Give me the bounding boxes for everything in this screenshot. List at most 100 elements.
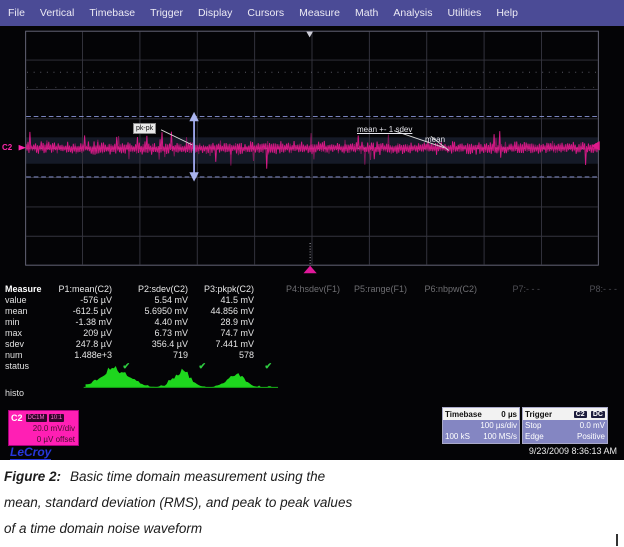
- cell-p2-min: 4.40 mV: [112, 317, 188, 328]
- row-label-max: max: [5, 328, 50, 339]
- cell-p3-mean: 44.856 mV: [188, 306, 254, 317]
- cell-p5-sdev: [340, 339, 407, 350]
- trigger-coupling-chip: DC: [591, 411, 605, 418]
- cell-p4-sdev: [254, 339, 340, 350]
- param-header-p8[interactable]: P8:- - -: [540, 284, 617, 295]
- scope-display[interactable]: pk-pk mean +- 1 sdev mean C2 MeasureP1:m…: [0, 26, 624, 460]
- cell-p8-max: [540, 328, 617, 339]
- status-check-p6: [425, 361, 495, 372]
- cell-p1-min: -1.38 mV: [50, 317, 112, 328]
- status-check-p5: [358, 361, 425, 372]
- pkpk-annotation-label: pk-pk: [133, 123, 156, 134]
- cell-p2-max: 6.73 mV: [112, 328, 188, 339]
- timebase-tdiv: 100 µs/div: [480, 420, 517, 431]
- trigger-mode: Stop: [525, 420, 541, 431]
- caption-line-3: of a time domain noise waveform: [4, 516, 624, 542]
- timebase-panel[interactable]: Timebase 0 µs 100 µs/div 100 kS 100 MS/s: [442, 407, 520, 444]
- figure-caption: Figure 2:Basic time domain measurement u…: [0, 460, 624, 547]
- status-check-p2: ✔: [130, 361, 206, 372]
- cell-p3-sdev: 7.441 mV: [188, 339, 254, 350]
- cell-p3-min: 28.9 mV: [188, 317, 254, 328]
- cell-p4-value: [254, 295, 340, 306]
- waveform-grid[interactable]: [0, 26, 624, 460]
- cell-p8-sdev: [540, 339, 617, 350]
- cell-p6-mean: [407, 306, 477, 317]
- row-label-value: value: [5, 295, 50, 306]
- menu-item-analysis[interactable]: Analysis: [393, 7, 432, 19]
- cell-p3-num: 578: [188, 350, 254, 361]
- cell-p4-num: [254, 350, 340, 361]
- channel-descriptor-c2[interactable]: C2 DC1M 10:1 20.0 mV/div 0 µV offset: [8, 410, 79, 446]
- menu-bar: File Vertical Timebase Trigger Display Cursor…: [0, 0, 624, 26]
- cell-p7-max: [477, 328, 540, 339]
- cell-p5-value: [340, 295, 407, 306]
- row-label-num: num: [5, 350, 50, 361]
- trace-label-c2[interactable]: C2: [2, 143, 12, 152]
- cell-p7-num: [477, 350, 540, 361]
- menu-item-timebase[interactable]: Timebase: [89, 7, 135, 19]
- param-header-p1[interactable]: P1:mean(C2): [50, 284, 112, 295]
- cell-p3-max: 74.7 mV: [188, 328, 254, 339]
- channel-name: C2: [11, 413, 23, 423]
- channel-vdiv: 20.0 mV/div: [11, 423, 75, 434]
- param-header-p2[interactable]: P2:sdev(C2): [112, 284, 188, 295]
- cell-p2-mean: 5.6950 mV: [112, 306, 188, 317]
- cell-p1-num: 1.488e+3: [50, 350, 112, 361]
- menu-item-utilities[interactable]: Utilities: [447, 7, 481, 19]
- cell-p2-value: 5.54 mV: [112, 295, 188, 306]
- menu-item-display[interactable]: Display: [198, 7, 232, 19]
- cell-p8-min: [540, 317, 617, 328]
- caption-line-1: Figure 2:Basic time domain measurement u…: [4, 464, 624, 490]
- param-header-p7[interactable]: P7:- - -: [477, 284, 540, 295]
- cell-p1-mean: -612.5 µV: [50, 306, 112, 317]
- trigger-position-marker-icon[interactable]: [304, 266, 317, 274]
- timebase-rate: 100 MS/s: [483, 431, 517, 442]
- status-check-p7: [495, 361, 558, 372]
- mean-sdev-annotation-label: mean +- 1 sdev: [357, 125, 412, 134]
- param-header-p6[interactable]: P6:nbpw(C2): [407, 284, 477, 295]
- timebase-title: Timebase: [445, 410, 482, 419]
- cell-p1-sdev: 247.8 µV: [50, 339, 112, 350]
- cell-p5-min: [340, 317, 407, 328]
- measure-table: MeasureP1:mean(C2)P2:sdev(C2)P3:pkpk(C2)…: [5, 284, 617, 372]
- trigger-source-chip: C2: [574, 411, 587, 418]
- menu-item-file[interactable]: File: [8, 7, 25, 19]
- cell-p6-sdev: [407, 339, 477, 350]
- menu-item-measure[interactable]: Measure: [299, 7, 340, 19]
- cell-p6-num: [407, 350, 477, 361]
- timestamp: 9/23/2009 8:36:13 AM: [529, 446, 617, 456]
- trigger-title: Trigger: [525, 410, 552, 419]
- trace-offset-arrow-icon[interactable]: [19, 145, 27, 151]
- timebase-samples: 100 kS: [445, 431, 470, 442]
- probe-chip: 10:1: [49, 414, 65, 422]
- cell-p6-max: [407, 328, 477, 339]
- row-label-mean: mean: [5, 306, 50, 317]
- measure-table-title: Measure: [5, 284, 50, 295]
- coupling-chip: DC1M: [26, 414, 47, 422]
- menu-item-math[interactable]: Math: [355, 7, 378, 19]
- cell-p7-sdev: [477, 339, 540, 350]
- row-label-status: status: [5, 361, 50, 372]
- menu-item-help[interactable]: Help: [496, 7, 518, 19]
- cell-p8-num: [540, 350, 617, 361]
- param-header-p3[interactable]: P3:pkpk(C2): [188, 284, 254, 295]
- trigger-level: 0.0 mV: [580, 420, 605, 431]
- caption-prefix: Figure 2:: [4, 469, 61, 484]
- cell-p8-mean: [540, 306, 617, 317]
- menu-item-cursors[interactable]: Cursors: [247, 7, 284, 19]
- row-label-min: min: [5, 317, 50, 328]
- trigger-panel[interactable]: Trigger C2 DC Stop 0.0 mV Edge Positive: [522, 407, 608, 444]
- menu-item-trigger[interactable]: Trigger: [150, 7, 183, 19]
- menu-item-vertical[interactable]: Vertical: [40, 7, 74, 19]
- channel-offset: 0 µV offset: [11, 434, 75, 445]
- cell-p7-mean: [477, 306, 540, 317]
- status-check-p3: ✔: [206, 361, 272, 372]
- param-header-p4[interactable]: P4:hsdev(F1): [254, 284, 340, 295]
- status-check-p8: [558, 361, 624, 372]
- cell-p4-mean: [254, 306, 340, 317]
- cell-p7-min: [477, 317, 540, 328]
- timebase-delay: 0 µs: [501, 410, 517, 419]
- histo-row-label: histo: [5, 388, 24, 398]
- param-header-p5[interactable]: P5:range(F1): [340, 284, 407, 295]
- cell-p4-min: [254, 317, 340, 328]
